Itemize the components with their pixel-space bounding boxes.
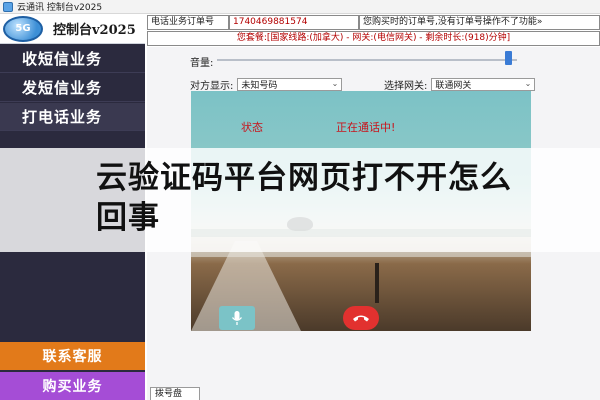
- buy-service-button[interactable]: 购买业务: [0, 372, 145, 400]
- sidebar-item-phone-call[interactable]: 打电话业务: [0, 103, 145, 131]
- caller-display-value: 未知号码: [241, 81, 278, 91]
- sidebar-item-send-sms[interactable]: 发短信业务: [0, 74, 145, 102]
- volume-label: 音量:: [190, 58, 214, 69]
- microphone-icon: [231, 311, 243, 325]
- brand-header: 5G 控制台v2025: [0, 14, 145, 44]
- gateway-value: 联通网关: [435, 81, 472, 91]
- package-info: 您套餐:[国家线路:(加拿大) - 网关:(电信网关) - 剩余时长:(918)…: [147, 31, 600, 46]
- window-title: 云通讯 控制台v2025: [17, 3, 103, 13]
- caller-display-label: 对方显示:: [190, 81, 234, 92]
- mute-button[interactable]: [219, 306, 255, 330]
- chevron-down-icon: ⌄: [524, 79, 532, 88]
- gateway-select[interactable]: 联通网关 ⌄: [431, 78, 536, 91]
- call-status-label: 状态: [241, 121, 263, 134]
- order-hint: 您购买时的订单号,没有订单号操作不了功能»: [359, 15, 600, 30]
- order-label: 电话业务订单号: [147, 15, 229, 30]
- volume-slider-thumb[interactable]: [504, 51, 512, 65]
- hang-up-button[interactable]: [343, 306, 379, 330]
- gateway-row: 选择网关: 联通网关 ⌄: [384, 77, 536, 92]
- volume-slider-track[interactable]: [217, 59, 517, 61]
- overlay-title: 云验证码平台网页打不开怎么回事: [96, 160, 512, 236]
- app-icon: [3, 1, 13, 12]
- gateway-label: 选择网关:: [384, 81, 428, 92]
- sidebar-item-receive-sms[interactable]: 收短信业务: [0, 45, 145, 73]
- order-row: 电话业务订单号 1740469881574 您购买时的订单号,没有订单号操作不了…: [147, 15, 600, 30]
- caller-display-select[interactable]: 未知号码 ⌄: [237, 78, 343, 91]
- background-post: [375, 263, 379, 303]
- 5g-logo-icon: 5G: [3, 15, 43, 42]
- caller-display-row: 对方显示: 未知号码 ⌄: [190, 77, 343, 92]
- contact-service-button[interactable]: 联系客服: [0, 342, 145, 370]
- hang-up-phone-icon: [353, 315, 369, 322]
- call-status-text: 正在通话中!: [336, 121, 396, 134]
- brand-name: 控制台v2025: [53, 23, 136, 38]
- chevron-down-icon: ⌄: [331, 79, 339, 88]
- order-number-field[interactable]: 1740469881574: [229, 15, 359, 30]
- tab-keypad[interactable]: 拨号盘: [150, 387, 200, 400]
- title-bar: 云通讯 控制台v2025: [0, 0, 600, 14]
